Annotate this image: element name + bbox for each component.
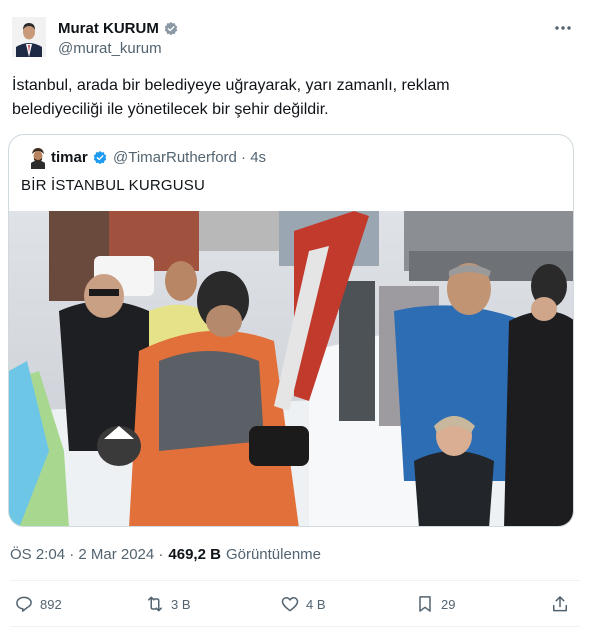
views-count: 469,2 B bbox=[168, 546, 221, 563]
divider bbox=[10, 580, 580, 581]
verified-badge-icon bbox=[93, 150, 106, 164]
quote-author-name-text[interactable]: timar bbox=[51, 149, 88, 166]
author-name[interactable]: Murat KURUM bbox=[58, 20, 179, 37]
quote-author-avatar[interactable] bbox=[28, 147, 48, 169]
video-frame-image bbox=[9, 211, 573, 526]
divider bbox=[10, 626, 580, 627]
bookmark-button[interactable]: 29 bbox=[415, 594, 455, 614]
verified-badge-icon bbox=[164, 21, 178, 35]
tweet-header: Murat KURUM @murat_kurum bbox=[0, 0, 589, 64]
share-button[interactable] bbox=[550, 594, 570, 614]
quote-video[interactable] bbox=[9, 211, 573, 526]
repost-button[interactable]: 3 B bbox=[145, 594, 191, 614]
quote-text: BİR İSTANBUL KURGUSU bbox=[21, 177, 206, 194]
like-button[interactable]: 4 B bbox=[280, 594, 326, 614]
quote-author-handle[interactable]: @TimarRutherford · 4s bbox=[113, 149, 266, 166]
author-handle[interactable]: @murat_kurum bbox=[58, 40, 162, 57]
author-name-text[interactable]: Murat KURUM bbox=[58, 20, 159, 37]
tweet-text: İstanbul, arada bir belediyeye uğrayarak… bbox=[12, 74, 572, 122]
repost-icon bbox=[148, 596, 162, 612]
repost-count: 3 B bbox=[171, 596, 191, 612]
action-bar: 892 3 B 4 B 29 bbox=[0, 590, 589, 620]
reply-button[interactable]: 892 bbox=[14, 594, 62, 614]
tweet-text-line-2: belediyeciliği ile yönetilecek bir şehir… bbox=[12, 101, 329, 118]
like-count: 4 B bbox=[306, 596, 326, 612]
tweet-text-line-1: İstanbul, arada bir belediyeye uğrayarak… bbox=[12, 77, 450, 94]
bookmark-count: 29 bbox=[441, 596, 456, 612]
heart-icon bbox=[281, 597, 299, 612]
author-avatar[interactable] bbox=[12, 17, 46, 57]
more-options-icon[interactable] bbox=[548, 18, 578, 38]
reply-icon bbox=[16, 596, 32, 612]
reply-count: 892 bbox=[40, 596, 62, 612]
bookmark-icon bbox=[419, 596, 431, 612]
tweet-timestamp[interactable]: ÖS 2:04 · 2 Mar 2024 · bbox=[10, 546, 163, 563]
share-icon bbox=[553, 596, 567, 612]
views-label: Görüntülenme bbox=[225, 546, 322, 563]
quote-author-name[interactable]: timar bbox=[51, 149, 108, 166]
tweet-meta: ÖS 2:04 · 2 Mar 2024 · 469,2 B Görüntüle… bbox=[10, 546, 321, 563]
quoted-tweet[interactable]: timar @TimarRutherford · 4s BİR İSTANBUL… bbox=[8, 134, 574, 527]
